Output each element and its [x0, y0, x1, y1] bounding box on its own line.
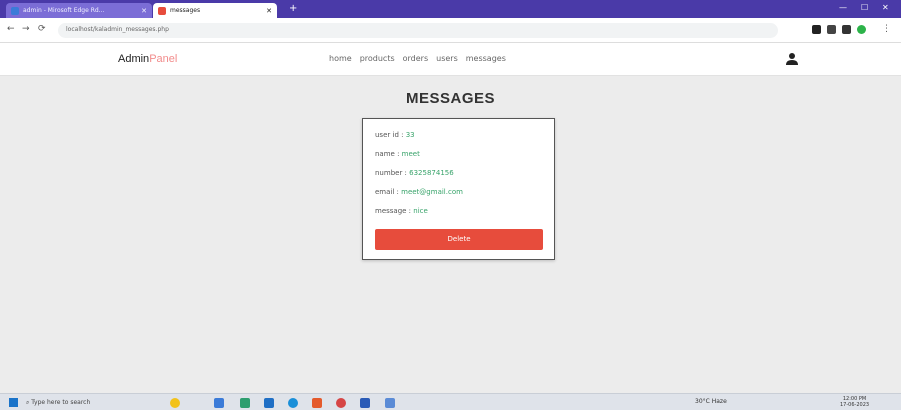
taskbar-search[interactable]: ⌕ Type here to search: [26, 397, 144, 408]
user-id-row: user id : 33: [375, 131, 415, 139]
maximize-icon[interactable]: ☐: [861, 3, 868, 12]
user-icon[interactable]: [785, 52, 799, 66]
close-tab-icon[interactable]: ✕: [141, 7, 147, 15]
weather-status[interactable]: 30°C Haze: [695, 398, 727, 405]
app-icon[interactable]: [312, 398, 322, 408]
delete-button[interactable]: Delete: [375, 229, 543, 250]
edge-favicon-icon: [11, 6, 19, 15]
close-window-icon[interactable]: ✕: [882, 3, 889, 12]
url-text: localhost/kaladmin_messages.php: [66, 26, 169, 33]
collections-icon[interactable]: [842, 25, 851, 34]
download-icon[interactable]: [827, 25, 836, 34]
main-nav: home products orders users messages: [329, 54, 506, 63]
nav-products[interactable]: products: [360, 54, 395, 63]
tab-admin[interactable]: admin - Mirosoft Edge Rd... ✕: [6, 3, 152, 18]
browser-toolbar: ← → ⟳ localhost/kaladmin_messages.php ⋮: [0, 18, 901, 43]
app-icon-2[interactable]: [385, 398, 395, 408]
address-bar[interactable]: localhost/kaladmin_messages.php: [58, 23, 778, 38]
reload-icon[interactable]: ⟳: [38, 24, 46, 34]
browser-tab-strip: admin - Mirosoft Edge Rd... ✕ messages ✕…: [0, 0, 901, 18]
minimize-icon[interactable]: —: [839, 3, 847, 12]
vscode-icon[interactable]: [360, 398, 370, 408]
extension-icon[interactable]: [812, 25, 821, 34]
admin-header: AdminPanel home products orders users me…: [0, 43, 901, 76]
taskbar: ⌕ Type here to search 30°C Haze 12:00 PM…: [0, 393, 901, 410]
page-title: MESSAGES: [405, 90, 496, 107]
store-icon[interactable]: [264, 398, 274, 408]
nav-orders[interactable]: orders: [403, 54, 429, 63]
nav-users[interactable]: users: [436, 54, 458, 63]
profile-icon[interactable]: [857, 25, 866, 34]
clock[interactable]: 12:00 PM 17-06-2023: [840, 396, 869, 408]
email-row: email : meet@gmail.com: [375, 188, 463, 196]
number-row: number : 6325874156: [375, 169, 454, 177]
logo[interactable]: AdminPanel: [118, 53, 177, 65]
message-card: user id : 33 name : meet number : 632587…: [362, 118, 555, 260]
new-tab-button[interactable]: +: [289, 3, 297, 15]
page-favicon-icon: [158, 6, 166, 15]
tab-label: admin - Mirosoft Edge Rd...: [23, 7, 105, 14]
widgets-icon[interactable]: [170, 398, 180, 408]
nav-messages[interactable]: messages: [466, 54, 506, 63]
chrome-icon[interactable]: [336, 398, 346, 408]
tab-messages[interactable]: messages ✕: [153, 3, 277, 18]
menu-icon[interactable]: ⋮: [882, 24, 891, 34]
nav-home[interactable]: home: [329, 54, 352, 63]
task-view-icon[interactable]: [214, 398, 224, 408]
name-row: name : meet: [375, 150, 420, 158]
back-icon[interactable]: ←: [7, 24, 15, 34]
tab-label: messages: [170, 7, 201, 14]
message-row: message : nice: [375, 207, 428, 215]
windows-start-icon[interactable]: [9, 398, 18, 407]
close-tab-icon[interactable]: ✕: [266, 7, 272, 15]
file-explorer-icon[interactable]: [240, 398, 250, 408]
forward-icon[interactable]: →: [22, 24, 30, 34]
edge-icon[interactable]: [288, 398, 298, 408]
